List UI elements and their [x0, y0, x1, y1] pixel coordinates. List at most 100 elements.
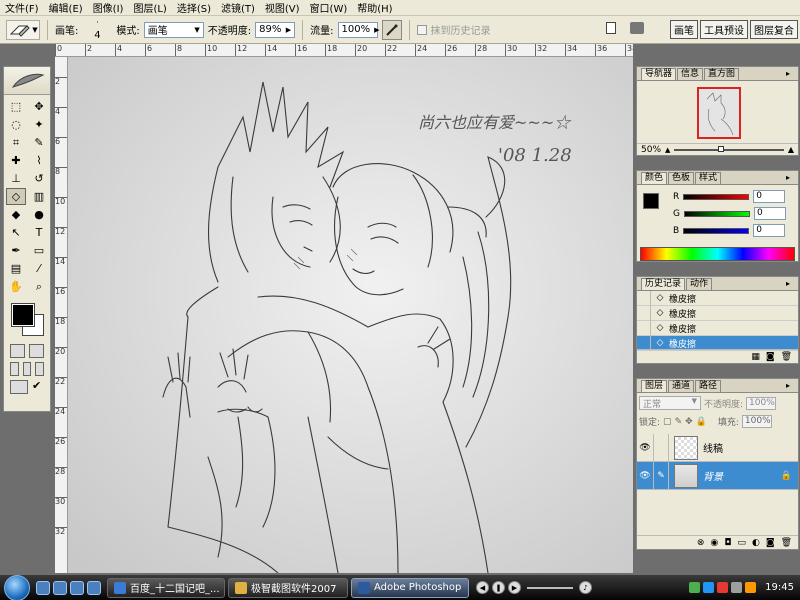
start-button[interactable]	[4, 574, 30, 600]
tab-history[interactable]: 历史记录	[641, 278, 686, 290]
menu-help[interactable]: 帮助(H)	[352, 0, 397, 15]
pause-icon[interactable]: ❚	[492, 581, 505, 594]
flow-input[interactable]: 100% ▶	[337, 21, 379, 38]
b-slider[interactable]	[683, 227, 750, 234]
airbrush-toggle[interactable]	[381, 19, 402, 40]
tab-swatches[interactable]: 色板	[668, 172, 695, 184]
slider-thumb[interactable]	[718, 145, 725, 152]
tab-layers[interactable]: 图层	[641, 380, 668, 392]
layer-row-background[interactable]: 👁 ✎ 背景 🔒	[637, 462, 798, 490]
g-value-input[interactable]: 0	[753, 207, 786, 220]
zoom-tool-icon[interactable]: ⌕	[29, 278, 49, 295]
eyedropper-icon[interactable]: ⁄	[29, 260, 49, 277]
notes-tool-icon[interactable]: ▤	[6, 260, 26, 277]
screen-mode-full-menu-icon[interactable]	[22, 362, 32, 376]
taskbar-item-screenshot[interactable]: 极智截图软件2007	[228, 577, 348, 598]
gradient-tool-icon[interactable]: ▥	[29, 188, 49, 205]
eye-icon[interactable]: 👁	[637, 443, 653, 453]
adjustment-layer-icon[interactable]: ◐	[752, 538, 760, 548]
lock-position-icon[interactable]: ✥	[685, 417, 693, 427]
layer-mask-icon[interactable]: ◘	[724, 538, 731, 548]
jump-to-imageready-icon[interactable]	[10, 380, 28, 394]
dodge-tool-icon[interactable]: ●	[29, 206, 49, 223]
quick-launch-icon[interactable]	[87, 580, 101, 595]
quick-launch-icon[interactable]	[53, 580, 67, 595]
blur-tool-icon[interactable]: ◆	[6, 206, 26, 223]
tray-icon[interactable]	[731, 582, 743, 593]
document-canvas[interactable]: 尚六也应有爱~~~☆ '08 1.28	[68, 57, 633, 573]
quick-mask-icon[interactable]	[29, 344, 44, 358]
navigator-zoom-value[interactable]: 50%	[641, 145, 661, 155]
history-item[interactable]: ◇ 橡皮擦	[637, 320, 798, 336]
navigator-zoom-slider[interactable]	[674, 145, 784, 152]
tray-icon[interactable]	[689, 582, 701, 593]
eye-icon[interactable]: 👁	[637, 471, 653, 481]
palette-tab-brushes[interactable]: 画笔	[670, 20, 698, 39]
clock[interactable]: 19:45	[765, 582, 794, 593]
quick-launch-icon[interactable]	[70, 580, 84, 595]
color-spectrum-bar[interactable]	[640, 247, 795, 261]
panel-menu-icon[interactable]: ▸	[783, 278, 793, 289]
brush-picker[interactable]: · 4	[82, 18, 112, 41]
fill-input[interactable]: 100%	[741, 415, 772, 428]
erase-history-checkbox[interactable]	[416, 24, 427, 35]
menu-window[interactable]: 窗口(W)	[305, 0, 353, 15]
taskbar-item-photoshop[interactable]: Adobe Photoshop	[351, 577, 469, 598]
link-layers-icon[interactable]: ⊗	[697, 538, 705, 548]
new-document-from-state-icon[interactable]: ▦	[751, 352, 760, 362]
tab-navigator[interactable]: 导航器	[641, 68, 677, 80]
r-value-input[interactable]: 0	[753, 190, 786, 203]
move-tool-icon[interactable]: ✥	[29, 98, 49, 115]
hand-tool-icon[interactable]: ✋	[6, 278, 26, 295]
screen-mode-standard-icon[interactable]	[10, 362, 19, 376]
taskbar-item-browser[interactable]: 百度_十二国记吧_...	[107, 577, 225, 598]
tray-icon[interactable]	[703, 582, 715, 593]
horizontal-ruler[interactable]: 02468101214161820222426283032343638	[55, 44, 633, 57]
tab-styles[interactable]: 样式	[695, 172, 722, 184]
foreground-color-swatch[interactable]	[11, 303, 35, 327]
tab-histogram[interactable]: 直方图	[704, 68, 740, 80]
file-browser-icon[interactable]	[606, 22, 616, 34]
brush-icon[interactable]: ✎	[653, 462, 669, 489]
tray-icon[interactable]	[745, 582, 757, 593]
r-slider[interactable]	[683, 193, 750, 200]
tool-preset-picker[interactable]: ▼	[6, 19, 40, 40]
slice-tool-icon[interactable]: ✎	[29, 134, 49, 151]
path-select-icon[interactable]: ↖	[6, 224, 26, 241]
layer-row-lineart[interactable]: 👁 线稿	[637, 434, 798, 462]
eraser-tool-icon[interactable]: ◇	[6, 188, 26, 205]
trash-icon[interactable]: 🗑	[781, 538, 792, 548]
lock-image-icon[interactable]: ✎	[675, 417, 683, 427]
color-swatches[interactable]	[8, 302, 46, 338]
lock-transparency-icon[interactable]: ▢	[663, 417, 672, 427]
lasso-tool-icon[interactable]: ◌	[6, 116, 26, 133]
toolbox-header[interactable]	[4, 67, 50, 95]
volume-icon[interactable]: ♪	[579, 581, 592, 594]
history-item[interactable]: ◇ 橡皮擦	[637, 305, 798, 321]
menu-edit[interactable]: 编辑(E)	[44, 0, 88, 15]
marquee-tool-icon[interactable]: ⬚	[6, 98, 26, 115]
mode-select[interactable]: 画笔 ▼	[143, 21, 204, 38]
menu-view[interactable]: 视图(V)	[260, 0, 305, 15]
magic-wand-icon[interactable]: ✦	[29, 116, 49, 133]
new-group-icon[interactable]: ▭	[737, 538, 746, 548]
panel-menu-icon[interactable]: ▸	[783, 380, 793, 391]
layer-style-icon[interactable]: ◉	[710, 538, 718, 548]
quick-launch-icon[interactable]	[36, 580, 50, 595]
layer-opacity-input[interactable]: 100%	[746, 396, 777, 410]
printer-icon[interactable]	[630, 22, 644, 34]
checkmark-icon[interactable]: ✔	[32, 380, 42, 394]
new-layer-icon[interactable]: ◙	[766, 538, 775, 548]
trash-icon[interactable]: 🗑	[781, 352, 792, 362]
prev-icon[interactable]: ◀	[476, 581, 489, 594]
tab-info[interactable]: 信息	[677, 68, 704, 80]
layer-link-slot[interactable]	[653, 434, 669, 461]
history-item[interactable]: ◇ 橡皮擦	[637, 290, 798, 306]
navigator-thumbnail[interactable]	[697, 87, 741, 139]
tab-channels[interactable]: 通道	[668, 380, 695, 392]
menu-image[interactable]: 图像(I)	[88, 0, 129, 15]
palette-tab-tool-presets[interactable]: 工具预设	[700, 20, 748, 39]
b-value-input[interactable]: 0	[753, 224, 786, 237]
menu-file[interactable]: 文件(F)	[0, 0, 44, 15]
tray-icon[interactable]	[717, 582, 729, 593]
